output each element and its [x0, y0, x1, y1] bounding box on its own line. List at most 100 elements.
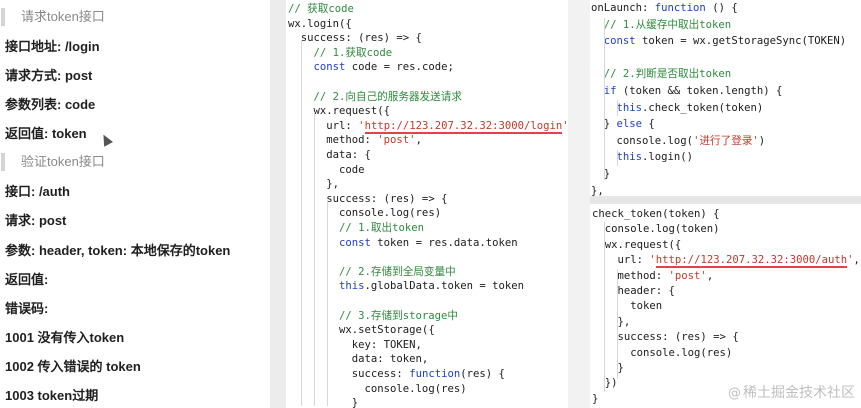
code-token: } — [288, 397, 359, 408]
code-line: data: token, — [288, 351, 429, 367]
code-line: success: function(res) { — [288, 366, 505, 382]
code-token: .globalData.token = token — [364, 280, 524, 293]
doc-section-heading: 请求token接口 — [1, 8, 105, 26]
code-line: url: 'http://123.207.32.32:3000/auth', — [592, 252, 860, 269]
code-token: } — [592, 392, 599, 405]
code-line: const token = wx.getStorageSync(TOKEN) — [591, 33, 846, 49]
indent-guide — [617, 269, 618, 379]
code-line: key: TOKEN, — [288, 337, 422, 353]
doc-section-heading: 验证token接口 — [1, 153, 105, 171]
code-token: console.log(res) — [288, 207, 442, 220]
indent-guide — [301, 40, 302, 406]
code-token: else — [616, 118, 643, 131]
code-line: }, — [591, 183, 604, 196]
code-token: function — [409, 368, 461, 380]
code-panel-check-token: check_token(token) { console.log(token) … — [590, 204, 861, 408]
doc-field-line: 请求方式: post — [5, 68, 93, 83]
code-line: console.log('进行了登录') — [591, 133, 766, 149]
panel-gap — [568, 0, 590, 408]
code-line: const token = res.data.token — [288, 235, 518, 251]
code-line: check_token(token) { — [592, 206, 720, 222]
code-token: // 1.获取code — [288, 46, 393, 59]
indent-guide — [617, 150, 618, 166]
code-token: // 获取code — [288, 3, 354, 15]
code-line: method: 'post', — [288, 132, 422, 148]
code-line: // 2.判断是否取出token — [591, 66, 731, 82]
code-line: success: (res) => { — [288, 30, 422, 46]
code-token: wx.setStorage({ — [288, 324, 435, 337]
watermark: @ 稀土掘金技术社区 — [728, 382, 855, 404]
code-token: .check_token(token) — [642, 101, 764, 114]
code-line: // 1.从缓存中取出token — [591, 17, 731, 33]
doc-field-line: 错误码: — [5, 301, 49, 316]
code-token: data: token, — [288, 353, 429, 366]
code-token: wx.request({ — [288, 105, 391, 118]
indent-guide — [604, 18, 605, 180]
code-token: url: — [288, 119, 359, 132]
code-line: const code = res.code; — [288, 59, 454, 75]
code-token: url: — [592, 254, 650, 267]
code-token: console.log(token) — [592, 223, 720, 236]
code-line: onLaunch: function () { — [591, 0, 738, 16]
code-token: token = res.data.token — [377, 236, 518, 249]
code-line: wx.request({ — [592, 237, 682, 253]
code-line: wx.request({ — [288, 103, 391, 119]
code-panel-login: // 获取code wx.login({ success: (res) => { … — [287, 0, 567, 408]
code-line: console.log(res) — [592, 345, 732, 361]
code-line: console.log(token) — [592, 221, 720, 237]
code-line: url: 'http://123.207.32.32:3000/login', — [288, 118, 567, 134]
code-token: (res) { — [460, 368, 505, 380]
code-token: code — [288, 163, 365, 176]
code-token: } — [592, 362, 624, 374]
code-token: success: (res) => { — [288, 192, 448, 205]
code-token: ) — [758, 134, 766, 147]
doc-field-line: 接口: /auth — [5, 184, 70, 199]
doc-field-line: 1002 传入错误的 token — [5, 359, 141, 374]
code-line: } else { — [591, 116, 655, 132]
code-line: } — [288, 395, 358, 408]
code-line: success: (res) => { — [592, 329, 739, 345]
watermark-text: 稀土掘金技术社区 — [743, 385, 855, 401]
code-line: // 1.取出token — [288, 220, 424, 236]
code-line: method: 'post', — [592, 268, 714, 284]
code-token: onLaunch: — [591, 2, 655, 14]
api-doc-panel: 请求token接口 接口地址: /login 请求方式: post 参数列表: cod… — [0, 0, 270, 408]
code-token: token — [592, 300, 663, 313]
code-token: wx.request({ — [592, 238, 682, 251]
code-token: success: (res) => { — [592, 331, 739, 344]
indent-guide — [617, 100, 618, 116]
doc-field-line: 参数: header, token: 本地保存的token — [5, 243, 231, 258]
code-token: 'post' — [377, 134, 416, 147]
code-line: // 1.获取code — [288, 45, 393, 61]
doc-field-line: 返回值: — [5, 272, 49, 287]
code-line: } — [592, 391, 598, 407]
code-line: this.login() — [591, 149, 694, 165]
code-line: }, — [592, 314, 631, 330]
indent-guide — [604, 222, 605, 392]
code-token: success: (res) => { — [288, 32, 422, 45]
code-panel-onlaunch: onLaunch: function () { // 1.从缓存中取出token… — [590, 0, 861, 196]
indent-guide — [314, 112, 315, 406]
code-token: const — [591, 35, 643, 48]
code-token: , — [415, 134, 422, 147]
doc-field-line: 1001 没有传入token — [5, 330, 125, 345]
code-token: }, — [592, 315, 631, 328]
code-token: check_token(token) { — [592, 208, 720, 220]
doc-field-line: 返回值: token — [5, 126, 87, 141]
code-line: this.globalData.token = token — [288, 278, 524, 294]
code-line: } — [591, 166, 610, 182]
indent-guide — [327, 200, 328, 406]
code-token: .login() — [642, 151, 694, 164]
code-token: ' — [649, 254, 656, 267]
code-line: success: (res) => { — [288, 191, 447, 207]
code-token: token = wx.getStorageSync(TOKEN) — [642, 35, 847, 48]
code-token: // 1.从缓存中取出token — [591, 18, 732, 31]
code-token: if — [591, 85, 623, 97]
code-token: // 2.判断是否取出token — [591, 68, 732, 81]
doc-field-line: 接口地址: /login — [5, 39, 100, 54]
code-token: '进行了登录' — [693, 134, 759, 147]
code-token: key: TOKEN, — [288, 338, 422, 351]
code-url: http://123.207.32.32:3000/auth — [655, 254, 848, 269]
watermark-at: @ — [728, 386, 741, 401]
code-token: } — [591, 168, 611, 180]
